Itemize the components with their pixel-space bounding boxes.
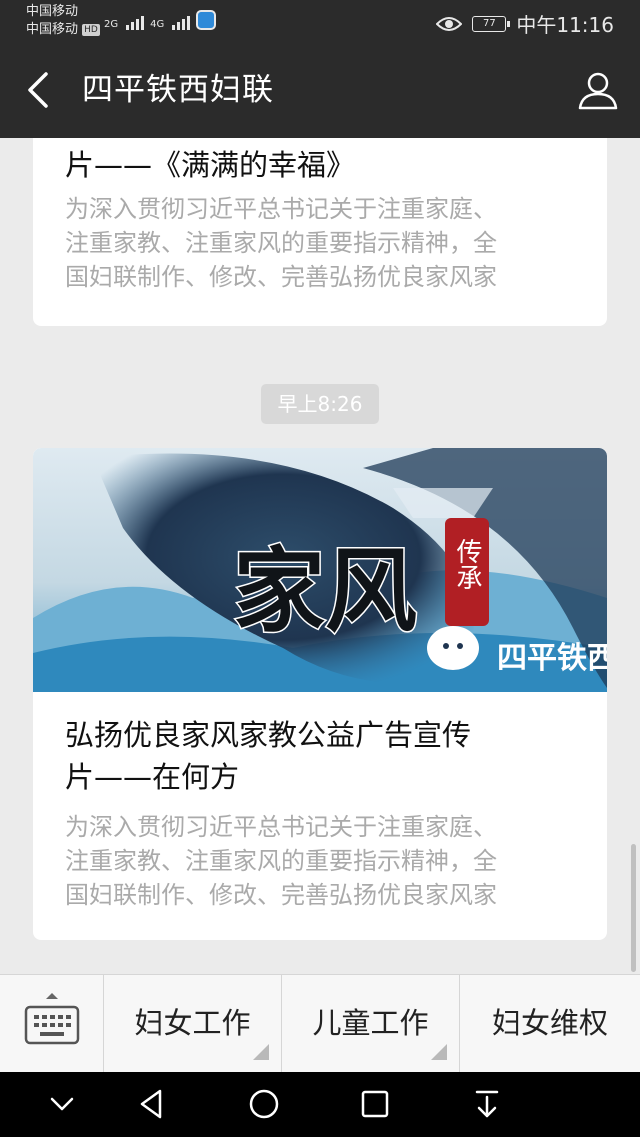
app-notification-icon <box>196 10 217 30</box>
scrollbar[interactable] <box>631 844 636 972</box>
keyboard-toggle-button[interactable] <box>0 975 104 1072</box>
carrier-1: 中国移动 <box>26 4 79 19</box>
person-icon[interactable] <box>574 66 622 114</box>
message-list[interactable]: 片——《满满的幸福》 为深入贯彻习近平总书记关于注重家庭、 注重家教、注重家风的… <box>0 138 640 974</box>
status-bar: 中国移动 中国移动 HD 2G 4G 77 中午11:16 <box>0 0 640 44</box>
article-summary-line: 为深入贯彻习近平总书记关于注重家庭、 <box>65 195 497 223</box>
recents-square-icon[interactable] <box>357 1086 393 1122</box>
article-summary-line: 注重家教、注重家风的重要指示精神，全 <box>65 847 497 875</box>
article-card[interactable]: 家风 传承 四平铁西 弘扬优良家风家教公益广告宣传 片——在何方 为深入贯彻习近… <box>33 448 607 940</box>
chevron-down-icon[interactable] <box>44 1086 80 1122</box>
submenu-indicator-icon <box>431 1044 447 1060</box>
menu-item-label: 妇女工作 <box>134 1006 251 1040</box>
status-right: 77 中午11:16 <box>436 9 614 38</box>
timestamp: 早上8:26 <box>261 384 379 424</box>
banner-heading: 家风 <box>233 537 417 645</box>
home-circle-icon[interactable] <box>246 1086 282 1122</box>
nav-bar: 四平铁西妇联 <box>0 44 640 138</box>
menu-women-work[interactable]: 妇女工作 <box>104 975 282 1072</box>
signal-1-icon <box>126 14 145 30</box>
article-summary-line: 为深入贯彻习近平总书记关于注重家庭、 <box>65 813 497 841</box>
menu-women-rights[interactable]: 妇女维权 <box>460 975 640 1072</box>
banner-caption: 四平铁西 <box>497 641 607 676</box>
banner-seal-text: 传承 <box>452 538 482 590</box>
carrier-2: 中国移动 <box>26 22 79 37</box>
signal-indicators: 2G 4G <box>104 10 217 30</box>
system-nav-bar <box>0 1072 640 1137</box>
hd-badge: HD <box>82 23 100 36</box>
network-1: 2G <box>104 19 119 30</box>
article-summary-line: 国妇联制作、修改、完善弘扬优良家风家 <box>65 263 497 291</box>
page-title: 四平铁西妇联 <box>82 72 274 108</box>
eye-icon <box>436 16 463 31</box>
article-card[interactable]: 片——《满满的幸福》 为深入贯彻习近平总书记关于注重家庭、 注重家教、注重家风的… <box>33 138 607 326</box>
clock: 中午11:16 <box>516 13 614 37</box>
article-title: 片——《满满的幸福》 <box>65 148 356 182</box>
signal-2-icon <box>172 14 191 30</box>
back-triangle-icon[interactable] <box>134 1086 170 1122</box>
article-title-line: 弘扬优良家风家教公益广告宣传 <box>65 718 472 752</box>
chevron-left-icon[interactable] <box>20 70 60 110</box>
article-summary-line: 注重家教、注重家风的重要指示精神，全 <box>65 229 497 257</box>
menu-item-label: 儿童工作 <box>312 1006 429 1040</box>
battery-icon: 77 <box>472 15 511 32</box>
menu-item-label: 妇女维权 <box>491 1006 608 1040</box>
article-cover-image[interactable]: 家风 传承 四平铁西 <box>33 448 607 692</box>
submenu-indicator-icon <box>253 1044 269 1060</box>
notification-pull-icon[interactable] <box>469 1086 505 1122</box>
keyboard-icon <box>24 993 80 1045</box>
menu-children-work[interactable]: 儿童工作 <box>282 975 460 1072</box>
custom-menu-bar: 妇女工作 儿童工作 妇女维权 <box>0 974 640 1072</box>
article-title-line: 片——在何方 <box>65 760 240 794</box>
cover-artwork: 家风 传承 四平铁西 <box>33 448 607 692</box>
carrier-info: 中国移动 中国移动 HD <box>26 3 100 39</box>
article-summary-line: 国妇联制作、修改、完善弘扬优良家风家 <box>65 881 497 909</box>
network-2: 4G <box>150 19 165 30</box>
